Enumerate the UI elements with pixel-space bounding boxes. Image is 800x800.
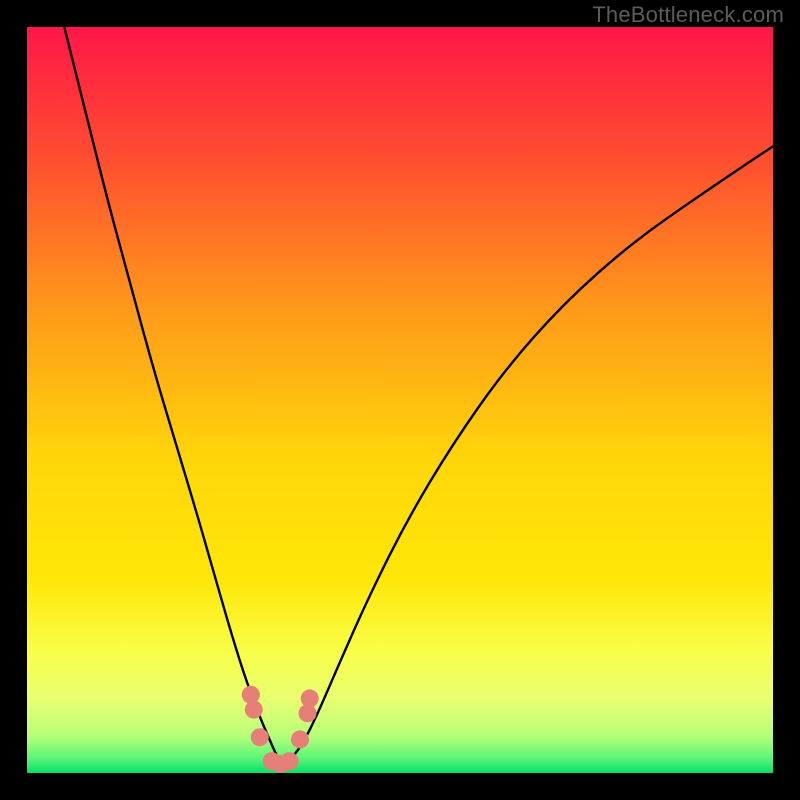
marker-dot bbox=[251, 728, 269, 746]
marker-dot bbox=[245, 701, 263, 719]
gradient-background bbox=[27, 27, 773, 773]
marker-dot bbox=[301, 689, 319, 707]
marker-dot bbox=[291, 730, 309, 748]
chart-svg bbox=[27, 27, 773, 773]
chart-frame: TheBottleneck.com bbox=[0, 0, 800, 800]
marker-dot bbox=[281, 752, 299, 770]
watermark-text: TheBottleneck.com bbox=[592, 2, 784, 28]
marker-dot bbox=[242, 686, 260, 704]
chart-plot-area bbox=[27, 27, 773, 773]
